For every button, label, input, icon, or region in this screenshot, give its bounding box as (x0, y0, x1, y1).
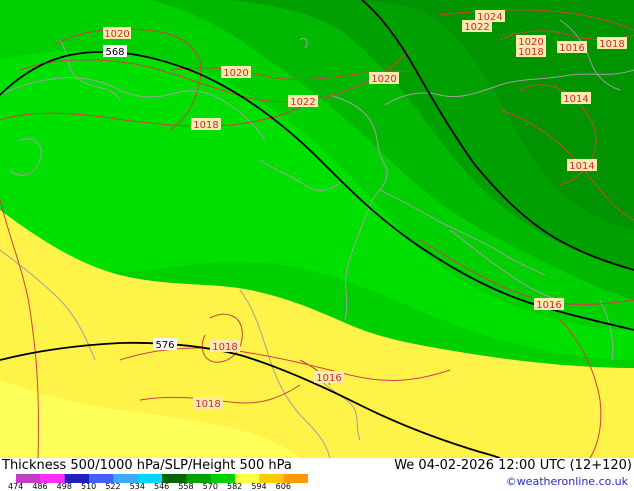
height-label-576: 576 (155, 340, 174, 351)
isobar-label: 1016 (314, 371, 344, 384)
svg-text:1016: 1016 (536, 300, 561, 311)
isobar-label: 1020 (221, 66, 251, 79)
svg-text:1014: 1014 (569, 161, 594, 172)
svg-text:1022: 1022 (290, 97, 315, 108)
svg-text:1018: 1018 (212, 342, 237, 353)
isobar-label: 1022 (288, 95, 318, 108)
isobar-label: 1018 (191, 118, 221, 131)
svg-text:1016: 1016 (559, 43, 584, 54)
isobar-label: 1018 (210, 340, 240, 353)
svg-text:1018: 1018 (599, 39, 624, 50)
isobar-label: 1020 (369, 72, 399, 85)
svg-text:1016: 1016 (316, 373, 341, 384)
svg-text:1018: 1018 (195, 399, 220, 410)
isobar-label: 1020 (103, 27, 131, 40)
svg-text:1018: 1018 (518, 47, 543, 58)
svg-text:1018: 1018 (193, 120, 218, 131)
footer: Thickness 500/1000 hPa/SLP/Height 500 hP… (0, 458, 634, 491)
svg-text:1020: 1020 (223, 68, 248, 79)
forecast-datetime: We 04-02-2026 12:00 UTC (12+120) (394, 458, 632, 473)
isobar-label: 1018 (597, 37, 627, 50)
svg-text:1020: 1020 (371, 74, 396, 85)
isobar-label: 1016 (534, 298, 564, 311)
isobar-label: 1018 (193, 397, 223, 410)
credit-link[interactable]: ©weatheronline.co.uk (506, 475, 628, 488)
isobar-label: 1014 (567, 159, 597, 172)
isobar-label: 1022 (462, 20, 492, 33)
map-title: Thickness 500/1000 hPa/SLP/Height 500 hP… (2, 458, 292, 473)
svg-text:1014: 1014 (563, 94, 588, 105)
isobar-label: 1016 (557, 41, 587, 54)
svg-text:1022: 1022 (464, 22, 489, 33)
isobar-label: 1018 (516, 45, 546, 58)
isobar-label: 1014 (561, 92, 591, 105)
weather-map: 568 576 1020 1024 1022 1020 1018 1016 10… (0, 0, 634, 458)
height-label-568: 568 (105, 47, 124, 58)
svg-text:1020: 1020 (104, 29, 129, 40)
